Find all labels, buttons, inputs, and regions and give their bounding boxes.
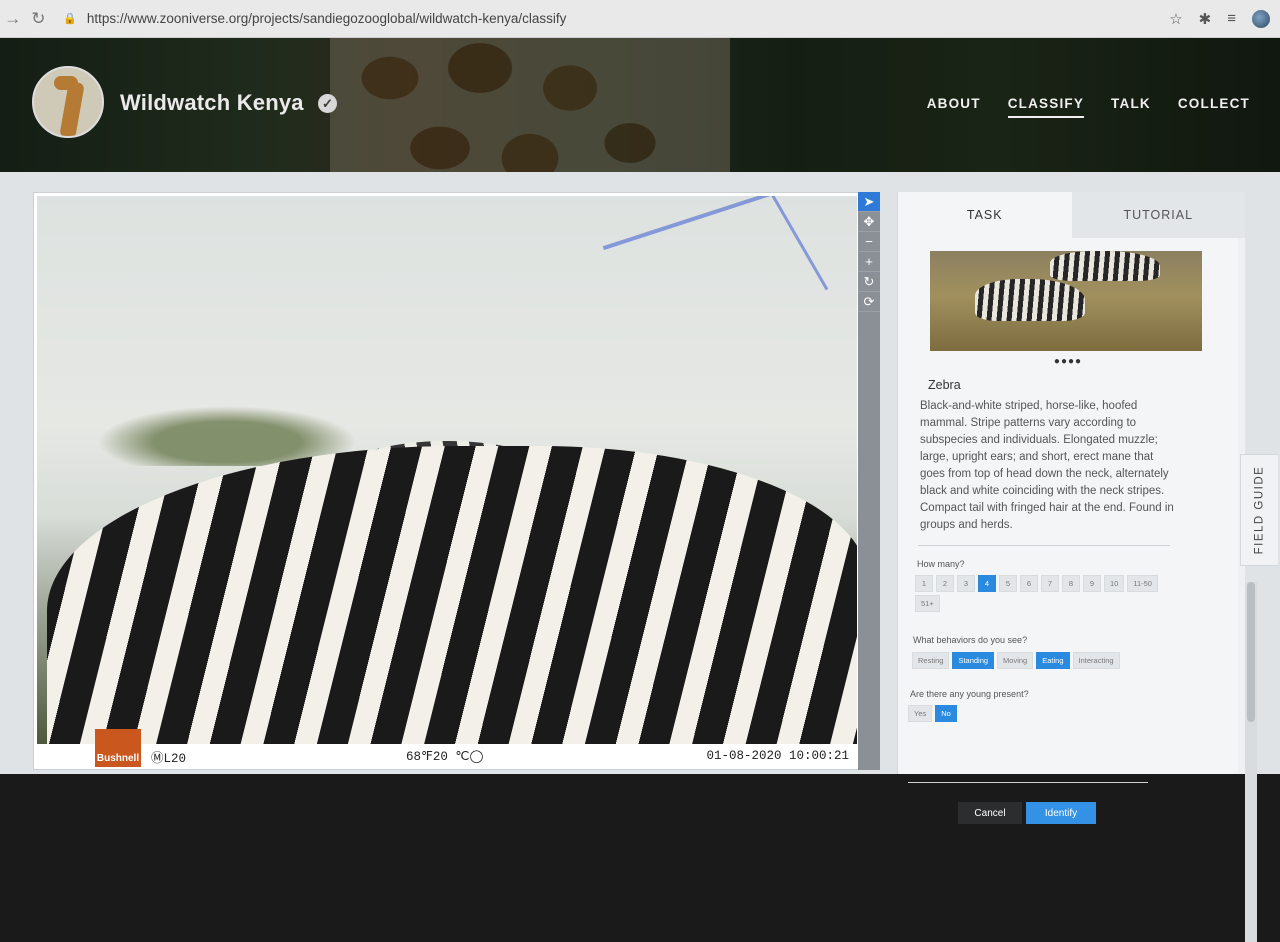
classify-workspace: Bushnell ⓂL20 68℉20 ℃◯ 01-08-2020 10:00:… <box>0 172 1280 942</box>
count-option-10[interactable]: 10 <box>1104 575 1125 592</box>
bookmark-star-icon[interactable]: ☆ <box>1169 10 1182 28</box>
camera-timestamp: 01-08-2020 10:00:21 <box>706 749 849 763</box>
extensions-icon[interactable]: ✱ <box>1199 10 1212 28</box>
panel-scrollbar[interactable] <box>1245 582 1257 942</box>
behavior-option-moving[interactable]: Moving <box>997 652 1034 669</box>
divider <box>918 545 1170 546</box>
count-option-51-[interactable]: 51+ <box>915 595 940 612</box>
how-many-options: 1 2 3 4 5 6 7 8 9 10 11-50 51+ <box>915 575 1160 612</box>
project-header: Wildwatch Kenya ✓ ABOUT CLASSIFY TALK CO… <box>0 38 1280 172</box>
young-options: Yes No <box>908 705 957 722</box>
nav-collect[interactable]: COLLECT <box>1178 96 1250 118</box>
address-bar[interactable]: 🔒 https://www.zooniverse.org/projects/sa… <box>59 5 1169 33</box>
camera-temperature: 68℉20 ℃◯ <box>406 750 484 764</box>
count-option-9[interactable]: 9 <box>1083 575 1101 592</box>
young-option-no[interactable]: No <box>935 705 957 722</box>
tab-task[interactable]: TASK <box>898 192 1072 238</box>
species-name: Zebra <box>928 378 961 392</box>
reload-icon[interactable]: ↻ <box>26 9 52 29</box>
subject-image[interactable]: Bushnell ⓂL20 68℉20 ℃◯ 01-08-2020 10:00:… <box>37 196 857 768</box>
tab-tutorial[interactable]: TUTORIAL <box>1071 192 1245 238</box>
young-option-yes[interactable]: Yes <box>908 705 933 722</box>
cancel-button[interactable]: Cancel <box>958 802 1022 824</box>
count-option-1[interactable]: 1 <box>915 575 933 592</box>
camera-id: ⓂL20 <box>151 751 187 766</box>
question-young: Are there any young present? <box>910 689 1029 699</box>
species-photo <box>930 251 1202 351</box>
nav-talk[interactable]: TALK <box>1111 96 1151 118</box>
browser-toolbar: → ↻ 🔒 https://www.zooniverse.org/project… <box>0 0 1280 38</box>
behavior-option-standing[interactable]: Standing <box>952 652 995 669</box>
behavior-option-eating[interactable]: Eating <box>1036 652 1070 669</box>
count-option-4[interactable]: 4 <box>978 575 996 592</box>
url-text: https://www.zooniverse.org/projects/sand… <box>86 11 567 26</box>
camera-info-strip: Bushnell ⓂL20 68℉20 ℃◯ 01-08-2020 10:00:… <box>37 729 857 768</box>
count-option-5[interactable]: 5 <box>999 575 1017 592</box>
project-avatar[interactable] <box>32 66 104 138</box>
subject-viewer: Bushnell ⓂL20 68℉20 ℃◯ 01-08-2020 10:00:… <box>33 192 859 770</box>
behavior-options: Resting Standing Moving Eating Interacting <box>912 652 1172 669</box>
zoom-out-icon[interactable]: − <box>858 232 880 252</box>
bushnell-logo: Bushnell <box>95 729 141 767</box>
count-option-8[interactable]: 8 <box>1062 575 1080 592</box>
project-title[interactable]: Wildwatch Kenya <box>120 90 304 116</box>
move-icon[interactable]: ✥ <box>858 212 880 232</box>
count-option-2[interactable]: 2 <box>936 575 954 592</box>
nav-classify[interactable]: CLASSIFY <box>1007 96 1085 118</box>
count-option-11-50[interactable]: 11-50 <box>1127 575 1158 592</box>
behavior-option-resting[interactable]: Resting <box>912 652 950 669</box>
reset-icon[interactable]: ⟳ <box>858 292 880 312</box>
media-control-icon[interactable]: ≡ <box>1227 10 1236 27</box>
question-how-many: How many? <box>917 559 965 569</box>
nav-about[interactable]: ABOUT <box>927 96 981 118</box>
field-guide-tab[interactable]: FIELD GUIDE <box>1240 454 1278 566</box>
verified-check-icon: ✓ <box>318 94 337 113</box>
forward-icon[interactable]: → <box>0 9 26 29</box>
image-toolbar: ➤ ✥ − + ↻ ⟳ <box>858 192 880 770</box>
species-description: Black-and-white striped, horse-like, hoo… <box>920 400 1174 531</box>
zoom-in-icon[interactable]: + <box>858 252 880 272</box>
profile-avatar[interactable] <box>1252 9 1270 28</box>
lock-icon: 🔒 <box>63 13 77 25</box>
rotate-icon[interactable]: ↻ <box>858 272 880 292</box>
project-nav: ABOUT CLASSIFY TALK COLLECT <box>927 96 1250 118</box>
count-option-6[interactable]: 6 <box>1020 575 1038 592</box>
question-behaviors: What behaviors do you see? <box>913 635 1028 645</box>
identify-button[interactable]: Identify <box>1026 802 1096 824</box>
task-panel: TASK TUTORIAL ●●●● Zebra Black-and-white… <box>897 192 1245 824</box>
behavior-option-interacting[interactable]: Interacting <box>1072 652 1120 669</box>
pointer-icon[interactable]: ➤ <box>858 192 880 212</box>
field-guide-label: FIELD GUIDE <box>1253 465 1266 555</box>
count-option-7[interactable]: 7 <box>1041 575 1059 592</box>
count-option-3[interactable]: 3 <box>957 575 975 592</box>
photo-carousel-dots[interactable]: ●●●● <box>898 356 1238 367</box>
divider <box>908 782 1148 783</box>
